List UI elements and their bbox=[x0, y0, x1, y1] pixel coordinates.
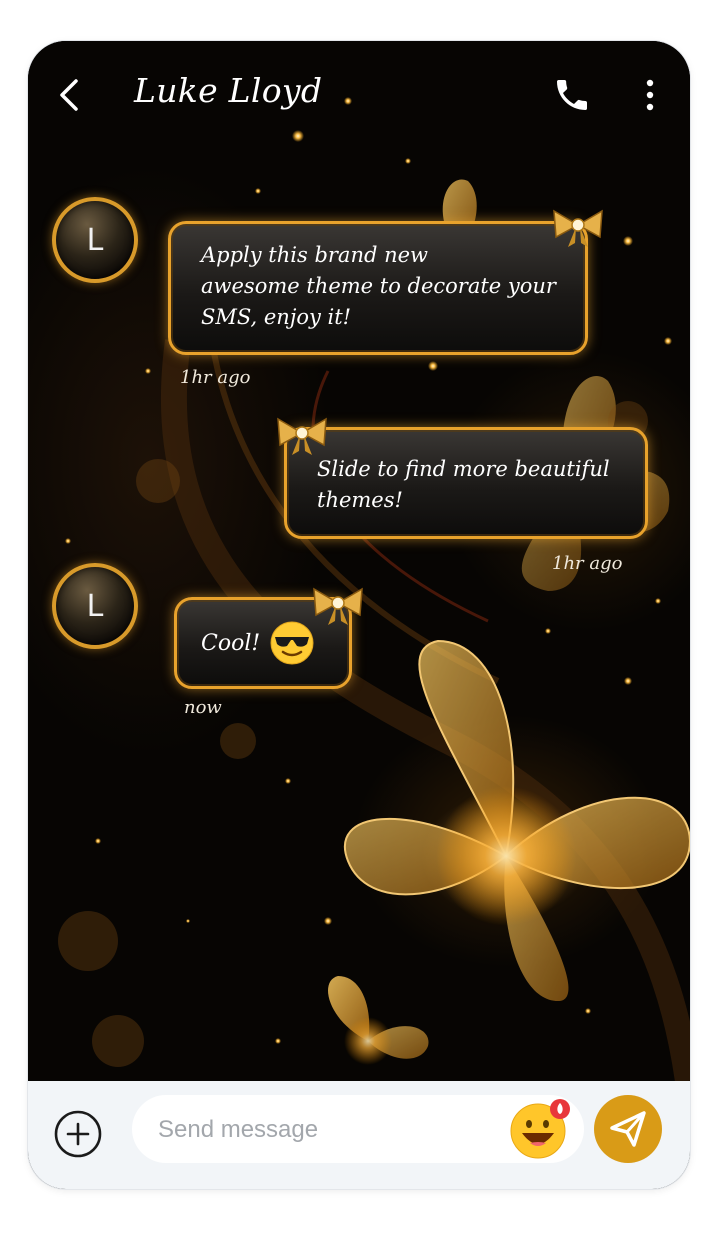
incoming-message-bubble[interactable]: Apply this brand new awesome theme to de… bbox=[168, 221, 588, 355]
chat-screen: Luke Lloyd L Apply this brand new awesom… bbox=[28, 41, 690, 1081]
message-timestamp: now bbox=[184, 697, 222, 718]
send-icon bbox=[610, 1111, 646, 1147]
message-timestamp: 1hr ago bbox=[180, 367, 251, 388]
small-butterfly-bottom-decoration bbox=[328, 976, 429, 1065]
call-button[interactable] bbox=[552, 75, 592, 115]
back-button[interactable] bbox=[52, 73, 92, 117]
bow-decoration bbox=[553, 209, 603, 247]
avatar-letter: L bbox=[86, 222, 104, 258]
message-line: awesome theme to decorate your bbox=[201, 274, 556, 298]
message-timestamp: 1hr ago bbox=[552, 553, 623, 574]
message-line: SMS, enjoy it! bbox=[201, 305, 352, 329]
message-composer bbox=[28, 1081, 690, 1189]
chevron-left-icon bbox=[60, 79, 78, 111]
more-vertical-icon bbox=[646, 79, 654, 111]
bow-decoration bbox=[277, 417, 327, 455]
phone-frame: Luke Lloyd L Apply this brand new awesom… bbox=[28, 41, 690, 1189]
message-line: Apply this brand new bbox=[201, 243, 429, 267]
add-attachment-button[interactable] bbox=[53, 1109, 103, 1159]
contact-avatar[interactable]: L bbox=[52, 563, 138, 649]
grinning-face-icon bbox=[510, 1099, 570, 1159]
phone-icon bbox=[557, 80, 587, 110]
contact-name[interactable]: Luke Lloyd bbox=[134, 71, 322, 110]
contact-avatar[interactable]: L bbox=[52, 197, 138, 283]
message-input[interactable] bbox=[156, 1109, 490, 1151]
message-line: Cool! bbox=[201, 631, 261, 656]
more-options-button[interactable] bbox=[636, 75, 664, 115]
outgoing-message-bubble[interactable]: Slide to find more beautiful themes! bbox=[284, 427, 648, 539]
plus-circle-icon bbox=[54, 1110, 102, 1158]
avatar-letter: L bbox=[86, 588, 104, 624]
send-button[interactable] bbox=[594, 1095, 662, 1163]
bow-decoration bbox=[313, 587, 363, 625]
chat-header: Luke Lloyd bbox=[28, 41, 690, 151]
message-line: Slide to find more beautiful bbox=[317, 457, 610, 481]
message-line: themes! bbox=[317, 488, 403, 512]
emoji-button[interactable] bbox=[508, 1097, 572, 1161]
